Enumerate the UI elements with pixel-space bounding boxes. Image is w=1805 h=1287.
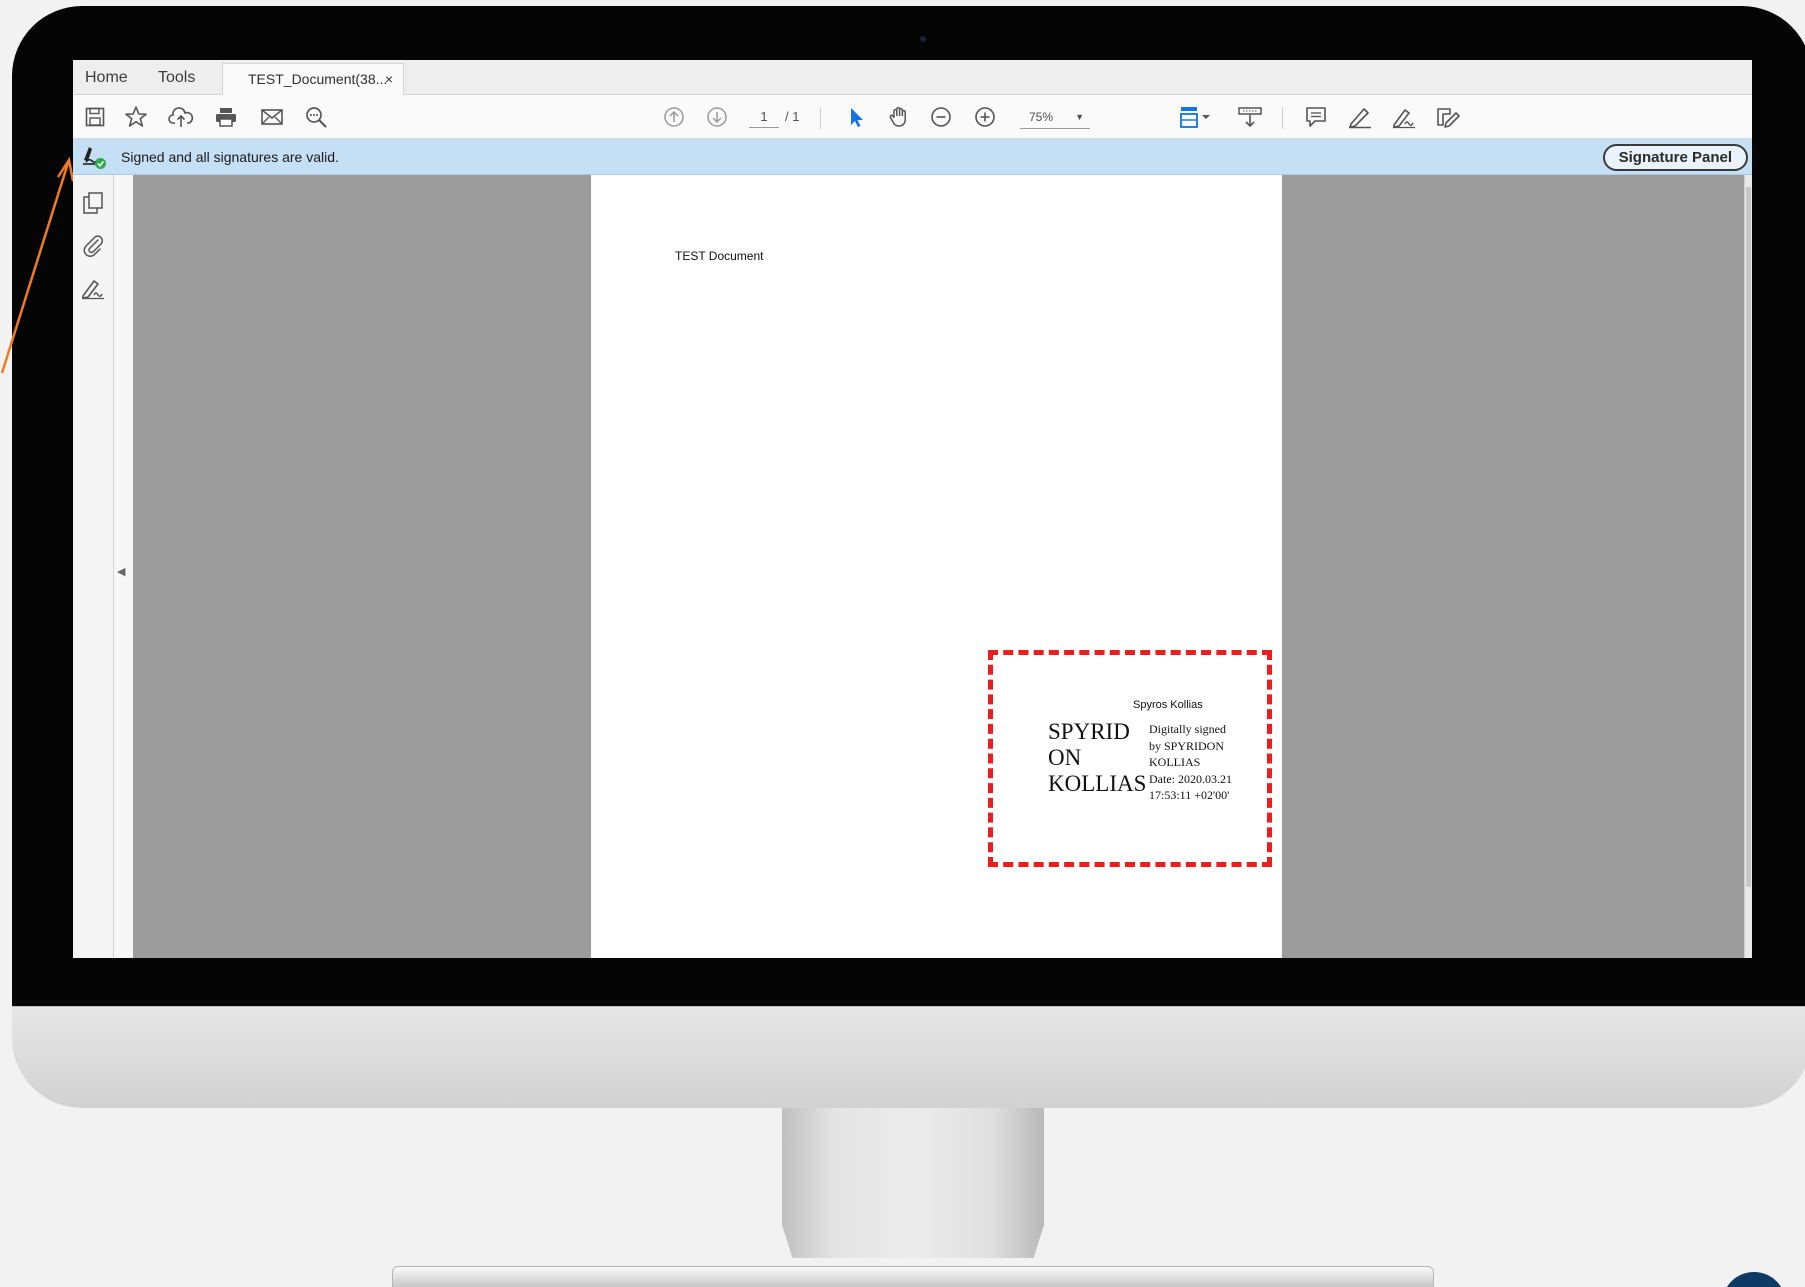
page-thumbnails-icon[interactable]	[81, 191, 105, 215]
attachments-icon[interactable]	[81, 233, 105, 257]
fill-sign-icon[interactable]	[1386, 95, 1422, 139]
zoom-out-icon[interactable]	[924, 95, 958, 139]
zoom-level-value: 75%	[1029, 110, 1054, 124]
camera-dot	[920, 36, 926, 42]
signature-valid-icon[interactable]	[81, 144, 107, 170]
signature-detail-line: Digitally signed	[1149, 722, 1226, 736]
signature-panel-button[interactable]: Signature Panel	[1602, 144, 1748, 171]
signature-name-line: KOLLIAS	[1048, 771, 1147, 796]
select-arrow-icon[interactable]	[839, 95, 873, 139]
vertical-scrollbar[interactable]	[1744, 175, 1752, 958]
signature-status-bar: Signed and all signatures are valid. Sig…	[73, 139, 1752, 175]
annotation-arrow-icon	[0, 156, 75, 374]
search-zoom-icon[interactable]	[298, 95, 334, 139]
corner-logo-badge	[1722, 1272, 1786, 1287]
page-down-icon[interactable]	[700, 95, 734, 139]
collapse-panel-icon[interactable]: ◀	[117, 565, 125, 578]
signature-name-line: ON	[1048, 745, 1082, 770]
close-tab-icon[interactable]: ×	[385, 64, 393, 95]
document-title-text: TEST Document	[675, 249, 764, 263]
scroll-mode-icon[interactable]	[1231, 95, 1269, 139]
page-total-label: / 1	[785, 109, 800, 124]
signature-signer-label: Spyros Kollias	[1133, 699, 1203, 711]
toolbar-separator	[1282, 107, 1283, 129]
scrollbar-thumb[interactable]	[1746, 187, 1751, 887]
comment-icon[interactable]	[1298, 95, 1334, 139]
tab-bar: Home Tools TEST_Document(38... ×	[73, 60, 1752, 96]
dropdown-caret-icon: ▼	[1075, 112, 1084, 122]
screen: Home Tools TEST_Document(38... × 1 / 1 7…	[73, 60, 1752, 958]
signature-details-block: Digitally signed by SPYRIDON KOLLIAS Dat…	[1149, 721, 1259, 804]
zoom-in-icon[interactable]	[968, 95, 1002, 139]
toolbar-separator	[820, 107, 821, 129]
signature-detail-line: Date: 2020.03.21	[1149, 771, 1232, 786]
page-number-input[interactable]: 1	[749, 107, 779, 128]
tab-document[interactable]: TEST_Document(38... ×	[222, 63, 404, 96]
monitor-stand-base	[392, 1266, 1434, 1287]
signature-field[interactable]: Spyros Kollias SPYRID ON KOLLIAS Digital…	[988, 650, 1272, 867]
page-display-icon[interactable]	[1175, 95, 1219, 139]
signature-detail-line: 17:53:11 +02'00'	[1149, 788, 1230, 802]
monitor-chin	[12, 1006, 1805, 1108]
zoom-level-dropdown[interactable]: 75% ▼	[1020, 107, 1090, 129]
cloud-upload-icon[interactable]	[163, 95, 199, 139]
highlight-pen-icon[interactable]	[1342, 95, 1378, 139]
left-navigation-rail	[73, 175, 114, 958]
bookmark-star-icon[interactable]	[118, 95, 154, 139]
print-icon[interactable]	[208, 95, 244, 139]
tab-document-label: TEST_Document(38...	[248, 71, 388, 87]
signatures-icon[interactable]	[80, 276, 106, 300]
signature-detail-line: by SPYRIDON	[1149, 738, 1225, 753]
page-up-icon[interactable]	[657, 95, 691, 139]
signature-detail-line: KOLLIAS	[1149, 755, 1201, 769]
signature-name-line: SPYRID	[1048, 719, 1130, 744]
email-icon[interactable]	[254, 95, 290, 139]
tab-tools[interactable]: Tools	[158, 60, 195, 95]
save-icon[interactable]	[77, 95, 113, 139]
signature-name-block: SPYRID ON KOLLIAS	[1048, 719, 1148, 797]
edit-pdf-icon[interactable]	[1430, 95, 1466, 139]
hand-pan-icon[interactable]	[882, 95, 916, 139]
toolbar: 1 / 1 75% ▼	[73, 95, 1752, 139]
monitor-stand-neck	[782, 1108, 1044, 1258]
signature-status-text: Signed and all signatures are valid.	[121, 149, 339, 165]
tab-home[interactable]: Home	[85, 60, 128, 95]
pdf-page: TEST Document Spyros Kollias SPYRID ON K…	[591, 175, 1282, 958]
